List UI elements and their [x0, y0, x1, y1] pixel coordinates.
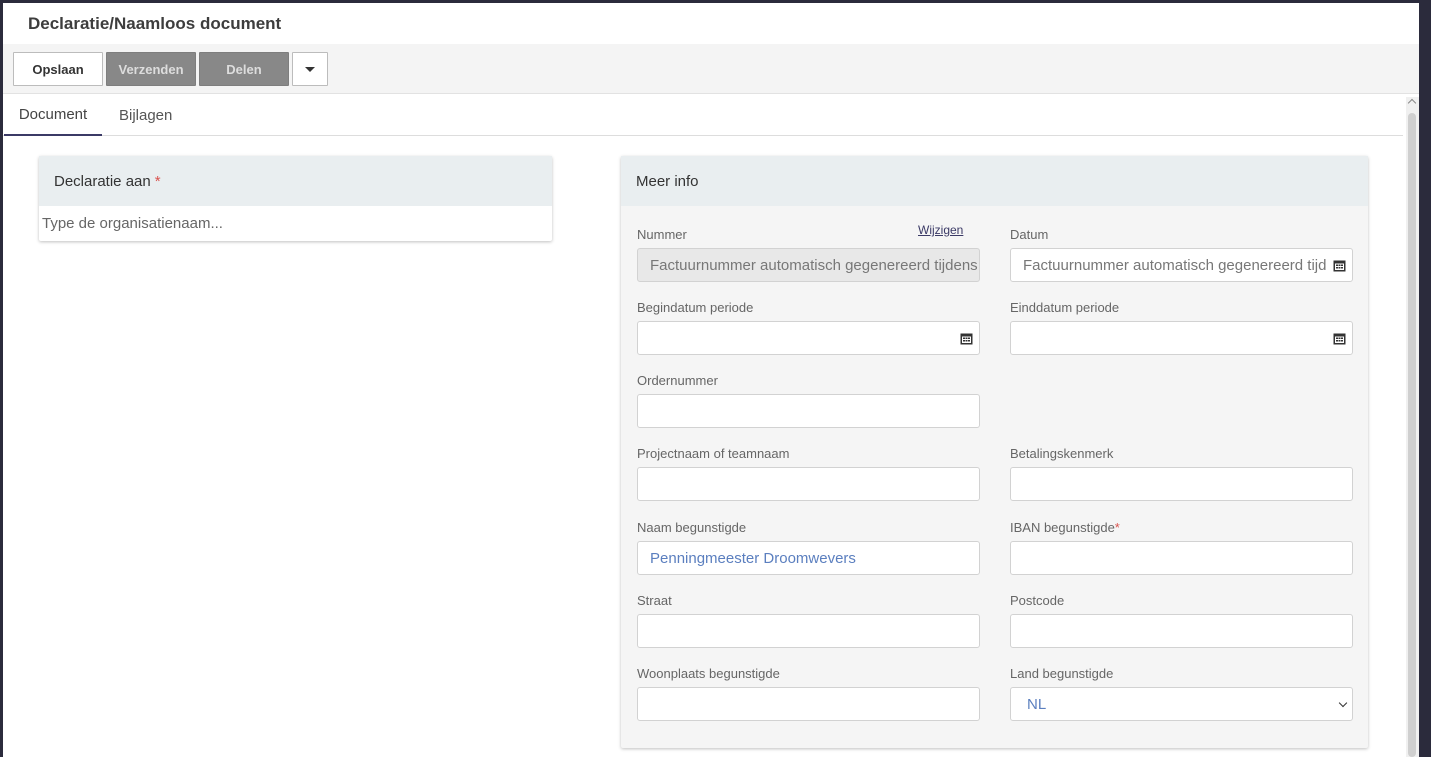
nummer-value: Factuurnummer automatisch gegenereerd ti… — [650, 256, 979, 274]
more-info-title: Meer info — [636, 172, 699, 190]
einddatum-label: Einddatum periode — [1010, 300, 1120, 315]
woonplaats-field[interactable] — [637, 687, 980, 721]
more-actions-button[interactable] — [292, 52, 328, 86]
iban-label: IBAN begunstigde* — [1010, 520, 1120, 535]
calendar-icon[interactable] — [1333, 332, 1346, 345]
naam-value: Penningmeester Droomwevers — [650, 549, 856, 567]
projectnaam-field[interactable] — [637, 467, 980, 501]
naam-label: Naam begunstigde — [637, 520, 747, 535]
ordernummer-label: Ordernummer — [637, 373, 718, 388]
betalingskenmerk-label: Betalingskenmerk — [1010, 446, 1114, 461]
einddatum-field[interactable] — [1010, 321, 1353, 355]
caret-down-icon — [305, 66, 315, 72]
iban-required-marker: * — [1114, 520, 1120, 535]
woonplaats-label: Woonplaats begunstigde — [637, 666, 780, 681]
share-button[interactable]: Delen — [199, 52, 289, 86]
tab-bar: Document Bijlagen — [3, 94, 1403, 136]
tab-bijlagen[interactable]: Bijlagen — [119, 94, 172, 136]
calendar-icon[interactable] — [960, 332, 973, 345]
land-select[interactable]: NL — [1010, 687, 1353, 721]
vertical-scrollbar[interactable] — [1406, 97, 1419, 757]
scroll-thumb[interactable] — [1408, 113, 1416, 757]
straat-label: Straat — [637, 593, 672, 608]
page-title: Declaratie/Naamloos document — [28, 14, 282, 33]
postcode-field[interactable] — [1010, 614, 1353, 648]
app-frame: Declaratie/Naamloos document Opslaan Ver… — [3, 3, 1419, 757]
toolbar: Opslaan Verzenden Delen — [3, 44, 1419, 94]
more-info-card: Meer info Nummer Wijzigen Factuurnummer … — [621, 156, 1368, 748]
send-button[interactable]: Verzenden — [106, 52, 196, 86]
nummer-field: Factuurnummer automatisch gegenereerd ti… — [637, 248, 980, 282]
datum-value: Factuurnummer automatisch gegenereerd ti… — [1023, 256, 1326, 274]
land-label: Land begunstigde — [1010, 666, 1114, 681]
tab-document[interactable]: Document — [4, 94, 102, 136]
projectnaam-label: Projectnaam of teamnaam — [637, 446, 790, 461]
nummer-label: Nummer — [637, 227, 687, 242]
declaration-to-card: Declaratie aan * — [39, 156, 552, 241]
ordernummer-field[interactable] — [637, 394, 980, 428]
begindatum-field[interactable] — [637, 321, 980, 355]
organisation-search-input[interactable] — [40, 207, 551, 240]
iban-label-text: IBAN begunstigde — [1010, 520, 1115, 535]
postcode-label: Postcode — [1010, 593, 1065, 608]
save-button[interactable]: Opslaan — [13, 52, 103, 86]
chevron-down-icon — [1338, 698, 1348, 708]
required-marker: * — [154, 172, 161, 190]
datum-field[interactable]: Factuurnummer automatisch gegenereerd ti… — [1010, 248, 1353, 282]
change-number-link[interactable]: Wijzigen — [918, 223, 963, 237]
straat-field[interactable] — [637, 614, 980, 648]
declaration-to-title: Declaratie aan — [54, 172, 151, 190]
page-header: Declaratie/Naamloos document — [3, 3, 1419, 44]
more-info-header: Meer info — [621, 156, 1368, 206]
iban-field[interactable] — [1010, 541, 1353, 575]
begindatum-label: Begindatum periode — [637, 300, 754, 315]
scroll-up-icon[interactable] — [1407, 98, 1417, 108]
land-value: NL — [1027, 695, 1047, 713]
declaration-to-header: Declaratie aan * — [39, 156, 552, 206]
datum-label: Datum — [1010, 227, 1049, 242]
calendar-icon[interactable] — [1333, 259, 1346, 272]
betalingskenmerk-field[interactable] — [1010, 467, 1353, 501]
naam-field[interactable]: Penningmeester Droomwevers — [637, 541, 980, 575]
